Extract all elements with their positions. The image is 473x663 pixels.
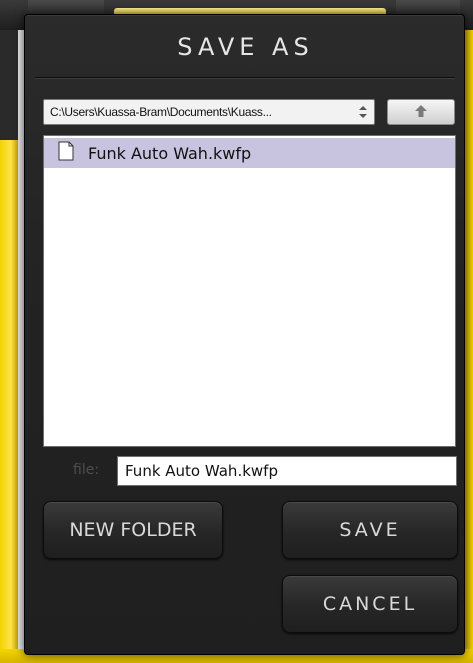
document-icon (58, 141, 74, 165)
save-button[interactable]: SAVE (282, 501, 458, 559)
file-name-input[interactable] (117, 456, 457, 486)
new-folder-button[interactable]: NEW FOLDER (43, 501, 223, 559)
file-list-item[interactable]: Funk Auto Wah.kwfp (44, 138, 455, 168)
arrow-up-icon (414, 103, 428, 122)
save-as-dialog: SAVE AS C:\Users\Kuassa-Bram\Documents\K… (24, 14, 465, 655)
cancel-button[interactable]: CANCEL (282, 575, 458, 633)
path-text: C:\Users\Kuassa-Bram\Documents\Kuass... (50, 105, 272, 119)
file-label: file: (73, 462, 100, 478)
background-left-dark (0, 30, 18, 140)
path-dropdown[interactable]: C:\Users\Kuassa-Bram\Documents\Kuass... (43, 99, 375, 125)
dialog-title: SAVE AS (177, 33, 314, 61)
file-name: Funk Auto Wah.kwfp (88, 143, 252, 163)
title-divider (35, 77, 455, 79)
up-down-arrows-icon (352, 105, 374, 119)
parent-folder-button[interactable] (387, 99, 455, 125)
file-list[interactable]: Funk Auto Wah.kwfp (43, 135, 456, 447)
